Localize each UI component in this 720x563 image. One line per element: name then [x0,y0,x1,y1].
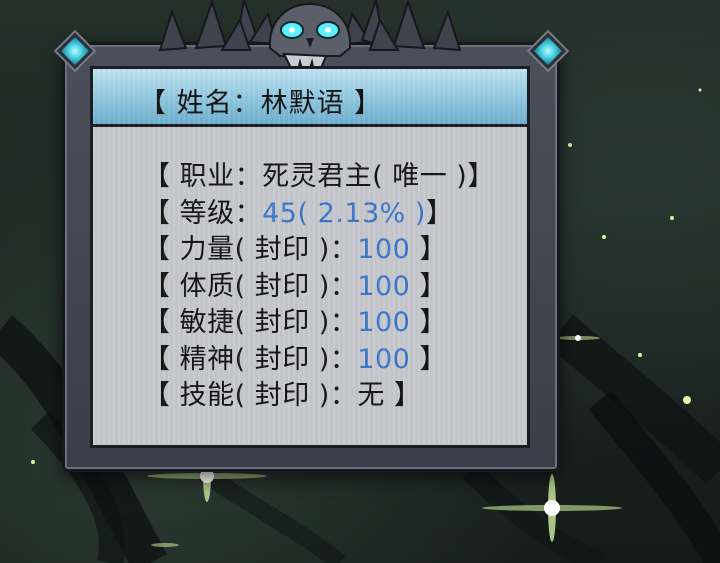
stat-strength-prefix: 【 力量( 封印 )： [143,234,358,265]
stat-spirit-value: 100 [357,343,411,375]
stat-level-progress: ( 2.13% ) [297,197,426,229]
sparkle-right [482,474,622,542]
stat-spirit: 【 精神( 封印 )：100 】 [143,342,495,379]
stat-skills: 【 技能( 封印 )：无 】 [143,378,495,415]
stat-class-label: 【 职业：死灵君主( 唯一 )】 [143,161,495,192]
stat-agility-value: 100 [357,307,411,338]
stat-constitution-prefix: 【 体质( 封印 )： [143,270,358,302]
stat-strength-value: 100 [357,234,411,265]
stat-level-suffix: 】 [425,197,454,229]
stat-class: 【 职业：死灵君主( 唯一 )】 [143,159,495,196]
stat-strength: 【 力量( 封印 )：100 】 [143,232,495,269]
game-scene: 【 姓名：林默语 】 【 职业：死灵君主( 唯一 )】 【 等级：45( 2.1… [0,0,720,563]
stat-spirit-prefix: 【 精神( 封印 )： [143,343,358,375]
stat-agility: 【 敏捷( 封印 )：100 】 [143,305,495,342]
character-info-panel: 【 姓名：林默语 】 【 职业：死灵君主( 唯一 )】 【 等级：45( 2.1… [90,66,530,448]
stat-skills-label: 【 技能( 封印 )：无 】 [143,380,422,411]
stat-level-value: 45 [262,197,298,229]
stat-spirit-suffix: 】 [410,343,447,375]
stat-constitution: 【 体质( 封印 )：100 】 [143,269,495,306]
character-name: 【 姓名：林默语 】 [139,88,383,119]
stat-constitution-value: 100 [357,270,411,302]
stat-agility-suffix: 】 [410,307,447,338]
stat-level-prefix: 【 等级： [143,197,263,229]
stats-list: 【 职业：死灵君主( 唯一 )】 【 等级：45( 2.13% )】 【 力量(… [143,159,495,415]
stat-level: 【 等级：45( 2.13% )】 [143,196,495,233]
title-bar: 【 姓名：林默语 】 [93,69,527,127]
stat-agility-prefix: 【 敏捷( 封印 )： [143,307,358,338]
stat-strength-suffix: 】 [410,234,447,265]
stat-constitution-suffix: 】 [410,270,447,302]
